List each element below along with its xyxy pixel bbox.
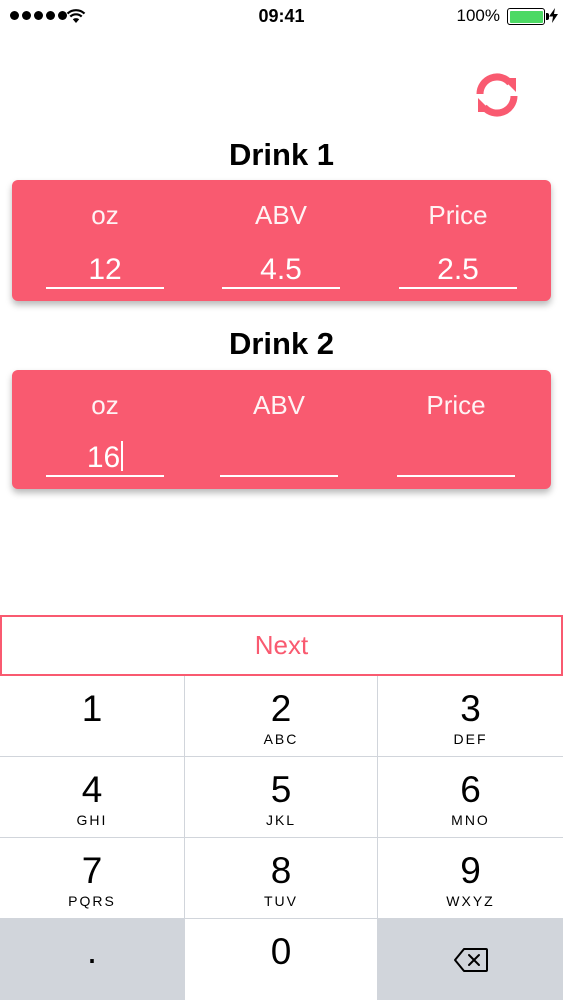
key-4[interactable]: 4 GHI (0, 757, 184, 837)
drink1-oz-column: oz 12 (46, 180, 164, 301)
drink2-oz-column: oz 16 (46, 370, 164, 489)
drink1-abv-input[interactable]: 4.5 (222, 251, 340, 289)
calculator-screen: 09:41 100% Drink 1 oz 12 ABV 4.5 Price 2… (0, 0, 563, 1000)
numeric-keypad: 1 2 ABC 3 DEF 4 GHI 5 JKL 6 MNO 7 PQRS 8… (0, 676, 563, 1000)
key-9-digit: 9 (460, 850, 481, 891)
key-6-letters: MNO (451, 812, 490, 828)
drink2-oz-input[interactable]: 16 (46, 439, 164, 477)
key-7[interactable]: 7 PQRS (0, 838, 184, 918)
drink1-price-label: Price (428, 200, 488, 230)
refresh-icon (476, 73, 518, 117)
text-cursor (121, 441, 124, 471)
status-bar: 09:41 100% (0, 0, 563, 34)
key-5-digit: 5 (270, 769, 292, 810)
key-8-letters: TUV (264, 893, 298, 909)
drink1-abv-label: ABV (254, 200, 308, 230)
battery-icon (507, 8, 549, 25)
drink2-title: Drink 2 (228, 326, 335, 361)
backspace-icon (453, 948, 488, 972)
drink1-card: oz 12 ABV 4.5 Price 2.5 (12, 180, 551, 301)
drink1-title: Drink 1 (228, 137, 335, 172)
battery-percent: 100% (456, 6, 500, 25)
key-4-letters: GHI (76, 812, 108, 828)
drink2-abv-label: ABV (252, 390, 306, 420)
drink2-oz-label: oz (91, 390, 119, 420)
key-decimal-label: . (86, 930, 98, 971)
drink2-price-label: Price (426, 390, 486, 420)
key-9[interactable]: 9 WXYZ (378, 838, 563, 918)
key-4-digit: 4 (81, 769, 103, 810)
key-5-letters: JKL (265, 812, 297, 828)
key-8-digit: 8 (270, 850, 292, 891)
key-5[interactable]: 5 JKL (185, 757, 377, 837)
key-2[interactable]: 2 ABC (185, 676, 377, 756)
key-7-digit: 7 (81, 850, 103, 891)
key-decimal[interactable]: . (0, 919, 184, 1000)
key-2-digit: 2 (270, 688, 292, 729)
drink1-price-column: Price 2.5 (399, 180, 517, 301)
key-7-letters: PQRS (68, 893, 116, 909)
key-3-digit: 3 (460, 688, 481, 729)
refresh-button[interactable] (472, 70, 522, 120)
drink1-abv-column: ABV 4.5 (222, 180, 340, 301)
key-0[interactable]: 0 (185, 919, 377, 1000)
drink1-oz-input[interactable]: 12 (46, 251, 164, 289)
key-3[interactable]: 3 DEF (378, 676, 563, 756)
key-6[interactable]: 6 MNO (378, 757, 563, 837)
drink2-oz-value: 16 (86, 441, 121, 474)
drink2-price-input[interactable] (397, 439, 515, 477)
key-3-letters: DEF (453, 731, 488, 747)
key-9-letters: WXYZ (446, 893, 495, 909)
key-1-digit: 1 (81, 688, 103, 729)
drink2-price-column: Price (397, 370, 515, 489)
drink1-price-input[interactable]: 2.5 (399, 251, 517, 289)
drink2-card: oz 16 ABV Price (12, 370, 551, 489)
key-2-letters: ABC (263, 731, 299, 747)
drink2-abv-input[interactable] (220, 439, 338, 477)
charging-bolt-icon (549, 8, 558, 23)
key-0-digit: 0 (270, 931, 292, 972)
next-button[interactable]: Next (0, 615, 563, 676)
drink2-abv-column: ABV (220, 370, 338, 489)
key-8[interactable]: 8 TUV (185, 838, 377, 918)
delete-key[interactable] (378, 919, 563, 1000)
key-6-digit: 6 (460, 769, 481, 810)
drink1-oz-label: oz (91, 200, 119, 230)
key-1[interactable]: 1 (0, 676, 184, 756)
